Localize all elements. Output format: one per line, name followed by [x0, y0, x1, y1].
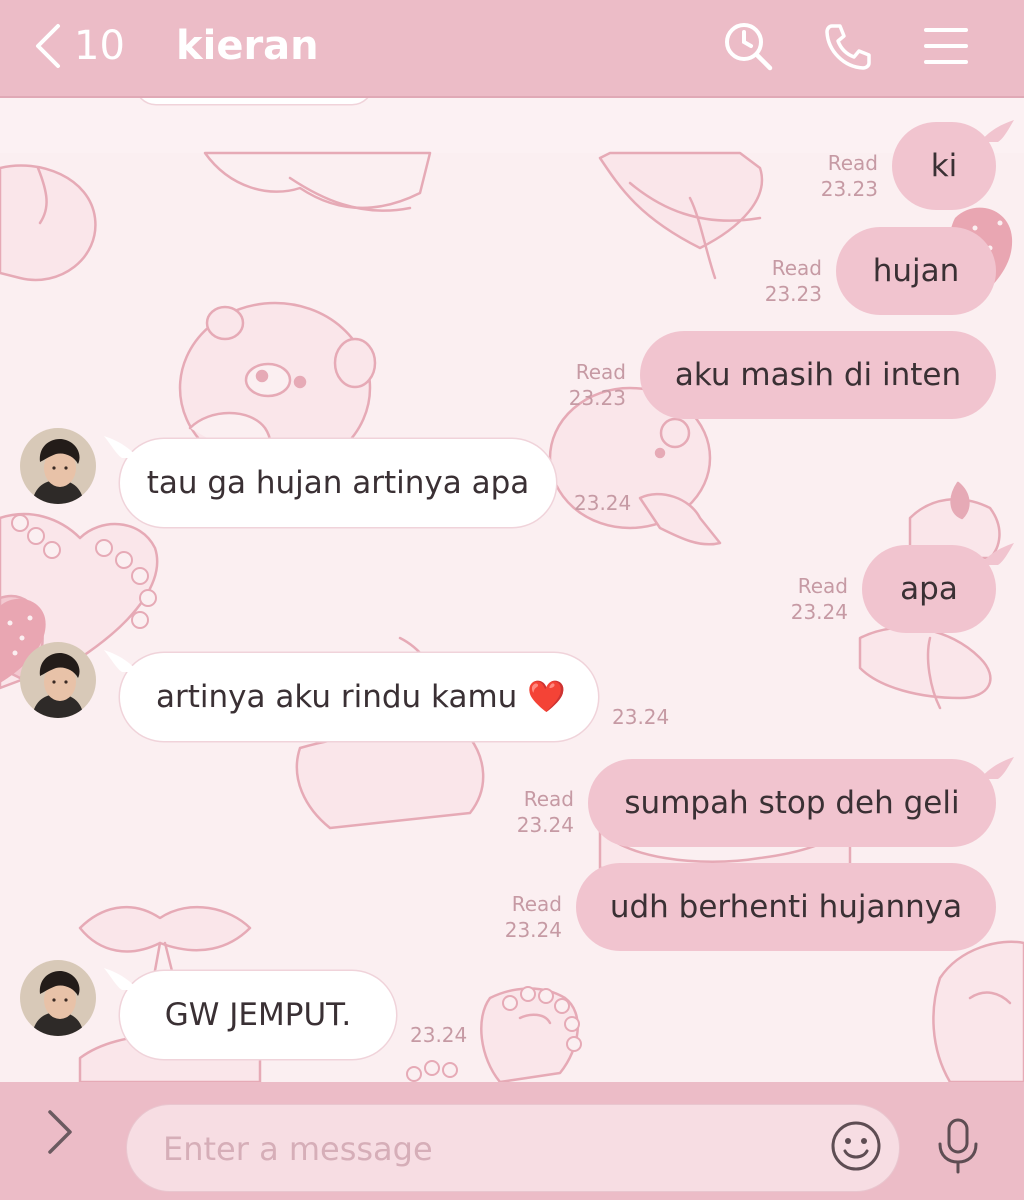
search-button[interactable] [722, 20, 774, 72]
message-time: 23.24 [612, 705, 670, 729]
outgoing-message-bubble[interactable]: sumpah stop deh geli [588, 759, 996, 847]
outgoing-message-bubble[interactable]: udh berhenti hujannya [576, 863, 996, 951]
message-time: 23.24 [410, 1023, 468, 1047]
message-time: 23.23 [820, 177, 878, 201]
message-meta: Read 23.24 [776, 573, 848, 625]
back-chevron-icon [36, 24, 60, 68]
message-meta: Read 23.23 [750, 255, 822, 307]
avatar-photo [20, 960, 96, 1036]
message-meta: Read 23.23 [806, 150, 878, 202]
incoming-message-bubble[interactable]: GW JEMPUT. [120, 971, 396, 1059]
expand-chevron-icon [48, 1110, 72, 1154]
phone-icon [825, 24, 871, 70]
contact-avatar[interactable] [20, 428, 96, 504]
read-receipt: Read [523, 787, 574, 811]
read-receipt: Read [771, 256, 822, 280]
message-text: artinya aku rindu kamu ❤️ [156, 679, 566, 715]
message-text: udh berhenti hujannya [609, 889, 963, 925]
bubble-tail [104, 436, 138, 458]
emoji-button[interactable] [828, 1118, 884, 1174]
message-text: apa [900, 571, 958, 607]
message-text: sumpah stop deh geli [624, 785, 960, 821]
outgoing-message-bubble[interactable]: apa [862, 545, 996, 633]
call-button[interactable] [822, 20, 874, 72]
read-receipt: Read [827, 151, 878, 175]
message-meta: Read 23.23 [554, 359, 626, 411]
message-input-wrapper [126, 1104, 900, 1192]
avatar-photo [20, 642, 96, 718]
contact-avatar[interactable] [20, 960, 96, 1036]
bubble-tail [980, 757, 1014, 779]
message-meta: Read 23.24 [502, 786, 574, 838]
read-receipt: Read [797, 574, 848, 598]
menu-button[interactable] [920, 20, 972, 72]
message-text: GW JEMPUT. [164, 997, 352, 1033]
voice-message-button[interactable] [930, 1116, 986, 1176]
message-time: 23.24 [574, 491, 632, 515]
message-text: ki [930, 148, 958, 184]
previous-message-bubble[interactable] [136, 98, 372, 104]
chat-header: 10 kieran [0, 0, 1024, 98]
outgoing-message-bubble[interactable]: aku masih di inten [640, 331, 996, 419]
chat-area[interactable]: Read 23.23 ki Read 23.23 hujan Read 23.2… [0, 98, 1024, 1082]
message-time: 23.23 [764, 282, 822, 306]
message-composer [0, 1082, 1024, 1200]
bubble-tail [104, 968, 138, 990]
read-receipt: Read [511, 892, 562, 916]
message-time: 23.24 [790, 600, 848, 624]
bubble-tail [104, 650, 138, 672]
message-time: 23.24 [516, 813, 574, 837]
message-text: aku masih di inten [674, 357, 962, 393]
message-meta: Read 23.24 [490, 891, 562, 943]
outgoing-message-bubble[interactable]: hujan [836, 227, 996, 315]
menu-icon [924, 28, 968, 64]
bubble-tail [980, 120, 1014, 142]
message-text: hujan [872, 253, 960, 289]
chat-title: kieran [176, 23, 319, 69]
message-time: 23.24 [504, 918, 562, 942]
avatar-photo [20, 428, 96, 504]
message-time: 23.23 [568, 386, 626, 410]
microphone-icon [938, 1118, 978, 1174]
read-receipt: Read [575, 360, 626, 384]
search-icon [725, 23, 773, 71]
emoji-icon [831, 1121, 881, 1171]
incoming-message-bubble[interactable]: tau ga hujan artinya apa [120, 439, 556, 527]
contact-avatar[interactable] [20, 642, 96, 718]
unread-count: 10 [74, 23, 125, 69]
message-text: tau ga hujan artinya apa [146, 465, 530, 501]
bubble-tail [980, 543, 1014, 565]
back-button[interactable]: 10 [32, 18, 152, 74]
message-input[interactable] [161, 1119, 805, 1179]
incoming-message-bubble[interactable]: artinya aku rindu kamu ❤️ [120, 653, 598, 741]
expand-options-button[interactable] [36, 1104, 88, 1160]
